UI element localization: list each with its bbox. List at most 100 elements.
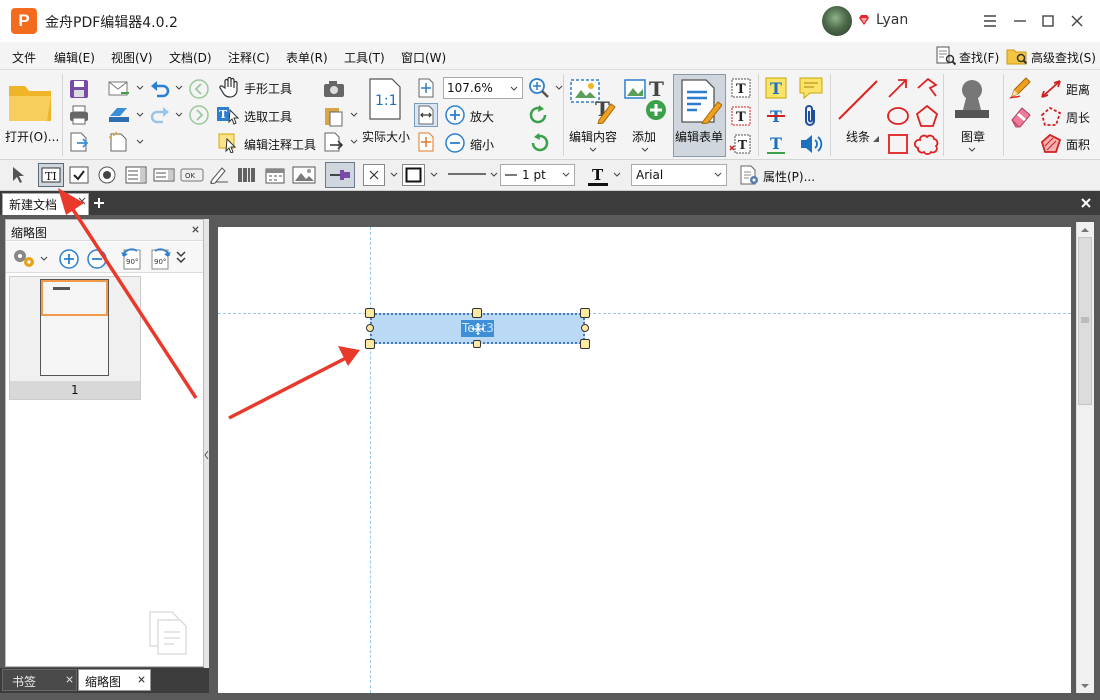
checkbox-tool-icon[interactable] [69, 166, 89, 184]
signature-tool-icon[interactable] [208, 166, 230, 184]
double-chevron-down-icon[interactable] [175, 249, 187, 265]
zoom-out-button[interactable]: 缩小 [470, 136, 494, 153]
find-button[interactable]: 查找(F) [959, 49, 999, 66]
chevron-down-icon[interactable] [390, 172, 398, 178]
chevron-down-icon[interactable] [40, 256, 48, 262]
underline-text-icon[interactable]: T [764, 132, 788, 156]
minimize-icon[interactable] [1009, 10, 1031, 32]
zoom-in-button[interactable]: 放大 [470, 108, 494, 125]
maximize-icon[interactable] [1037, 10, 1059, 32]
menu-view[interactable]: 视图(V) [111, 49, 153, 66]
open-folder-icon[interactable] [7, 80, 55, 124]
properties-button[interactable]: 属性(P)... [763, 168, 815, 185]
corner-dropdown-icon[interactable] [873, 136, 879, 142]
arrow-tool-icon[interactable] [886, 76, 910, 100]
hand-tool-button[interactable]: 手形工具 [244, 80, 292, 97]
distance-button[interactable]: 距离 [1066, 81, 1090, 98]
rotate-left-icon[interactable] [527, 104, 551, 126]
magnifier-icon[interactable] [527, 76, 551, 100]
export-icon[interactable] [68, 131, 90, 153]
area-button[interactable]: 面积 [1066, 136, 1090, 153]
resize-handle[interactable] [580, 308, 590, 318]
edit-content-button[interactable]: 编辑内容 [569, 128, 617, 145]
resize-handle[interactable] [580, 339, 590, 349]
chevron-down-icon[interactable] [350, 112, 358, 118]
edit-annotation-tool-button[interactable]: 编辑注释工具 [244, 136, 316, 153]
chevron-down-icon[interactable] [175, 85, 183, 91]
resize-handle[interactable] [581, 324, 589, 332]
gear-options-icon[interactable] [11, 247, 37, 269]
chevron-down-icon[interactable] [641, 147, 649, 153]
menu-edit[interactable]: 编辑(E) [54, 49, 95, 66]
menu-comment[interactable]: 注释(C) [228, 49, 270, 66]
line-tool-icon[interactable] [836, 78, 880, 122]
menu-tools[interactable]: 工具(T) [344, 49, 385, 66]
ellipse-tool-icon[interactable] [886, 104, 910, 128]
back-icon[interactable] [188, 78, 210, 100]
snapshot-camera-icon[interactable] [322, 78, 346, 100]
rotate-page-right-icon[interactable]: 90° [147, 246, 173, 272]
user-name[interactable]: Lyan [876, 12, 908, 28]
fit-visible-icon[interactable] [416, 132, 436, 152]
close-icon[interactable] [1066, 10, 1088, 32]
text-box-form-icon[interactable]: T [729, 104, 753, 128]
new-document-icon[interactable] [107, 131, 131, 153]
menu-document[interactable]: 文档(D) [169, 49, 212, 66]
advanced-find-button[interactable]: 高级查找(S) [1031, 49, 1096, 66]
zoom-out-icon[interactable] [444, 132, 466, 154]
barcode-tool-icon[interactable] [236, 166, 258, 184]
thumbnail-zoom-in-icon[interactable] [58, 248, 80, 270]
hamburger-menu-icon[interactable] [979, 10, 1001, 32]
sticky-note-icon[interactable] [798, 76, 824, 100]
edit-annotation-icon[interactable] [216, 131, 242, 153]
perimeter-button[interactable]: 周长 [1066, 109, 1090, 126]
actual-size-button[interactable]: 实际大小 [362, 128, 410, 145]
chevron-down-icon[interactable] [350, 139, 358, 145]
select-text-icon[interactable]: T [216, 104, 242, 126]
redo-icon[interactable] [149, 104, 171, 126]
rotate-page-left-icon[interactable]: 90° [119, 246, 145, 272]
resize-handle[interactable] [472, 308, 482, 318]
hand-icon[interactable] [219, 76, 241, 98]
avatar[interactable] [822, 6, 852, 36]
scroll-up-icon[interactable] [1080, 226, 1090, 234]
paste-icon[interactable] [322, 104, 346, 128]
tab-close-icon[interactable] [137, 675, 146, 684]
strikethrough-text-icon[interactable]: T [764, 104, 788, 128]
chevron-down-icon[interactable] [613, 172, 621, 178]
stamp-icon[interactable] [949, 76, 995, 122]
chevron-down-icon[interactable] [136, 85, 144, 91]
chevron-down-icon[interactable] [175, 112, 183, 118]
text-color-icon[interactable]: T [586, 164, 610, 188]
menu-window[interactable]: 窗口(W) [401, 49, 446, 66]
chevron-down-icon[interactable] [490, 172, 498, 178]
resize-handle[interactable] [365, 339, 375, 349]
forward-icon[interactable] [188, 104, 210, 126]
text-field-form-icon[interactable]: T [729, 76, 753, 100]
menu-form[interactable]: 表单(R) [286, 49, 328, 66]
chevron-down-icon[interactable] [968, 147, 976, 153]
open-button[interactable]: 打开(O)... [5, 128, 59, 145]
edit-content-icon[interactable]: T [569, 76, 617, 124]
find-icon[interactable] [935, 46, 957, 66]
chevron-down-icon[interactable] [136, 139, 144, 145]
undo-icon[interactable] [149, 78, 171, 100]
typewriter-text-icon[interactable]: T [764, 76, 788, 100]
chevron-down-icon[interactable] [510, 86, 518, 92]
chevron-down-icon[interactable] [136, 112, 144, 118]
properties-icon[interactable] [738, 164, 760, 186]
distance-measure-icon[interactable] [1039, 78, 1063, 100]
resize-handle[interactable] [366, 324, 374, 332]
image-field-tool-icon[interactable] [292, 166, 316, 184]
zoom-in-icon[interactable] [444, 104, 466, 126]
panel-close-icon[interactable] [191, 225, 200, 234]
stamp-button[interactable]: 图章 [961, 128, 985, 145]
arrow-select-icon[interactable] [9, 165, 27, 185]
page-arrow-icon[interactable] [322, 131, 346, 153]
save-icon[interactable] [68, 78, 90, 100]
list-box-tool-icon[interactable] [125, 166, 147, 184]
button-tool-icon[interactable]: OK [180, 166, 204, 184]
chevron-down-icon[interactable] [714, 172, 722, 178]
scroll-down-icon[interactable] [1080, 682, 1090, 690]
rectangle-tool-icon[interactable] [886, 132, 910, 156]
